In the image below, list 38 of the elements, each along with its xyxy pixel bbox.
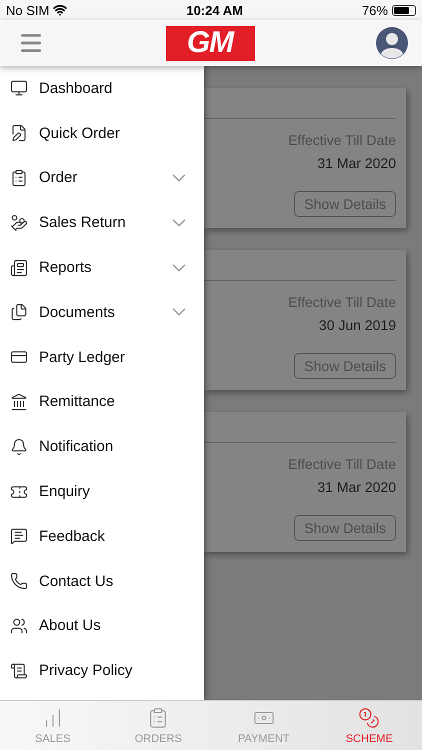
drawer-item[interactable]: Dashboard <box>0 66 204 111</box>
drawer-item[interactable]: Privacy Policy <box>0 648 204 694</box>
drawer-item[interactable]: Reports <box>0 245 204 290</box>
bank-icon <box>10 392 28 411</box>
drawer-item[interactable]: Quick Order <box>0 110 204 156</box>
clipboard-list-icon <box>10 168 28 187</box>
drawer-item[interactable]: Contact Us <box>0 558 204 604</box>
avatar-icon[interactable] <box>376 27 408 59</box>
scroll-icon <box>10 662 28 680</box>
document-pen-icon <box>10 124 28 142</box>
tab[interactable]: SCHEME <box>316 701 422 750</box>
drawer-item[interactable]: Remittance <box>0 380 204 424</box>
date-value: 31 Mar 2020 <box>317 155 396 171</box>
clock-text: 10:24 AM <box>186 2 243 18</box>
message-icon <box>10 527 28 546</box>
drawer-item[interactable]: Enquiry <box>0 469 204 514</box>
newspaper-icon <box>10 258 28 277</box>
logo: GM <box>166 26 254 60</box>
battery-icon <box>392 4 416 16</box>
documents-icon <box>10 303 28 322</box>
drawer-item[interactable]: About Us <box>0 604 204 648</box>
users-icon <box>10 616 28 635</box>
drawer-item[interactable]: Notification <box>0 424 204 470</box>
wifi-icon <box>53 3 68 17</box>
drawer-item[interactable]: Sales Return <box>0 200 204 246</box>
drawer-item[interactable]: Order <box>0 156 204 200</box>
drawer-item[interactable]: Feedback <box>0 514 204 559</box>
date-value: 30 Jun 2019 <box>318 317 396 333</box>
monitor-icon <box>10 79 28 98</box>
battery-text: 76% <box>362 2 388 18</box>
bell-icon <box>10 438 28 456</box>
date-value: 31 Mar 2020 <box>317 479 396 495</box>
drawer-item[interactable]: Party Ledger <box>0 334 204 380</box>
coins-icon <box>358 706 380 728</box>
phone-icon <box>10 572 28 590</box>
carrier-text: No SIM <box>6 2 50 18</box>
drawer-item[interactable]: Documents <box>0 290 204 335</box>
hand-coins-icon <box>10 214 28 232</box>
